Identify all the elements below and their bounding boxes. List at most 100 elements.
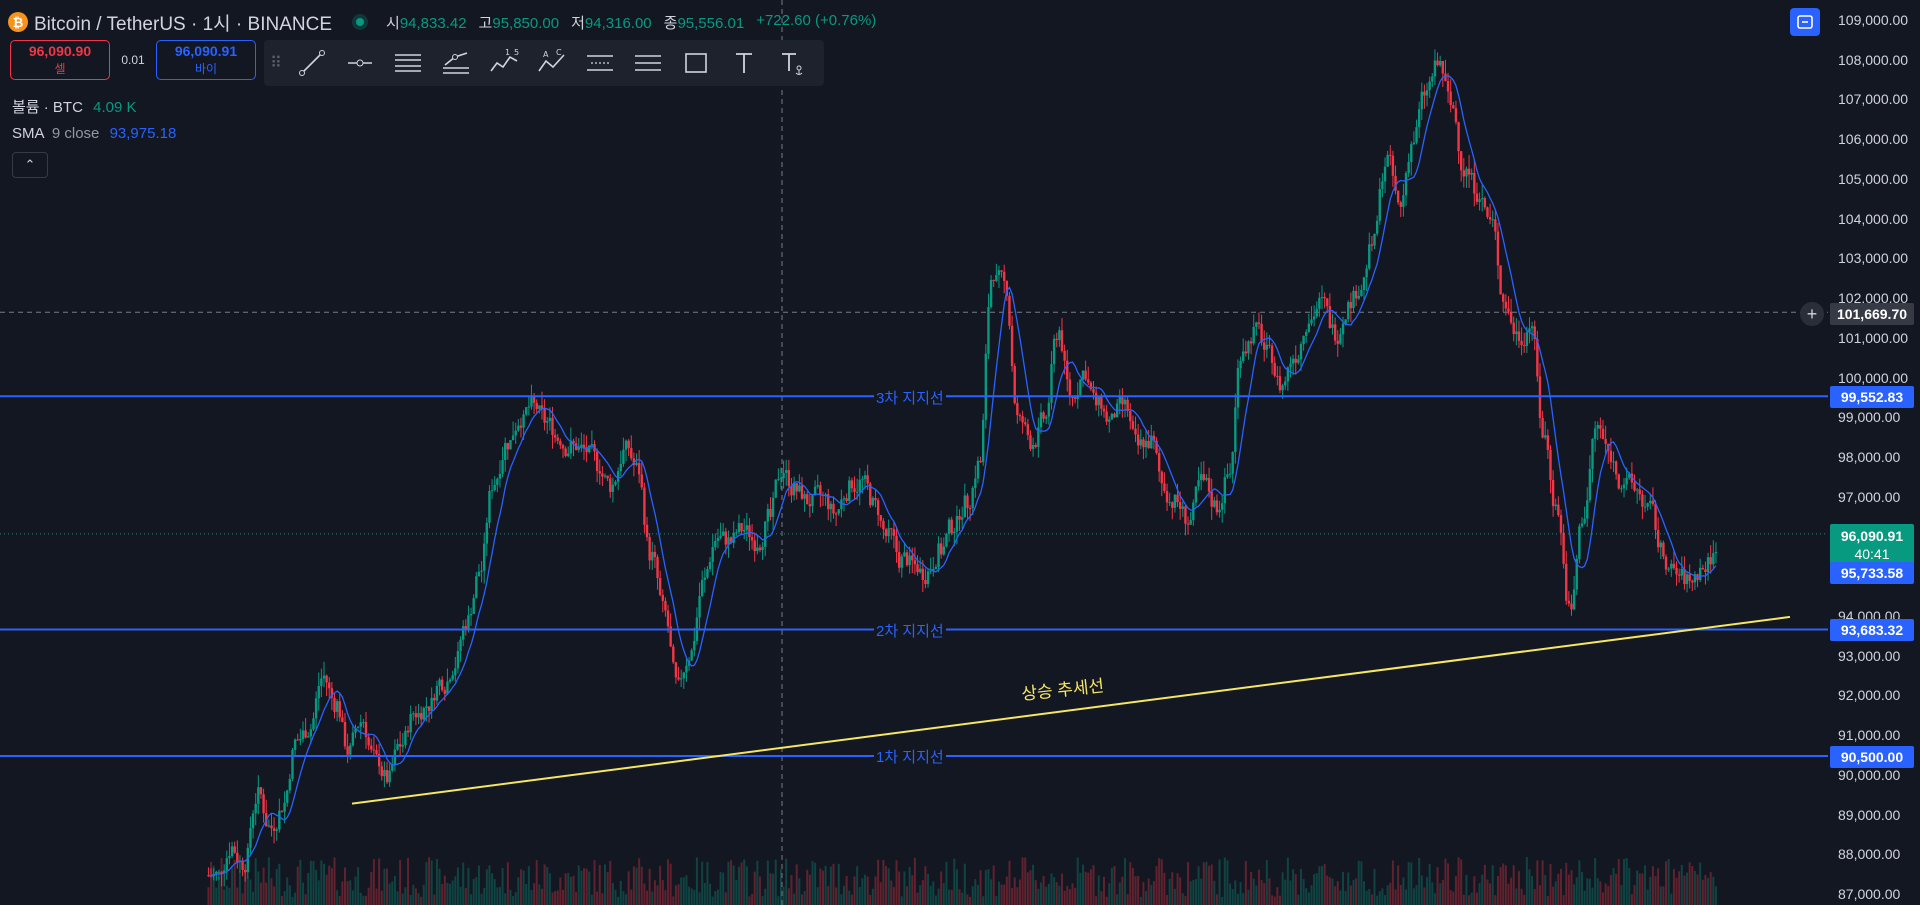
anchored-text-icon[interactable] <box>768 40 816 86</box>
candle-body <box>792 483 796 496</box>
drag-handle-icon[interactable]: ⠿ <box>264 53 288 73</box>
volume-bar <box>1709 872 1712 905</box>
volume-bar <box>341 881 344 905</box>
price-tick-label: 91,000.00 <box>1838 727 1901 744</box>
candle-body <box>761 546 764 551</box>
volume-bar <box>987 869 990 905</box>
candle-body <box>616 471 620 482</box>
candle-body <box>259 787 263 795</box>
candle-body <box>834 513 838 515</box>
candle-body <box>1326 298 1329 307</box>
layout-toggle-button[interactable] <box>1790 8 1820 36</box>
volume-bar <box>1678 871 1681 905</box>
volume-bar <box>1218 859 1221 905</box>
candle-body <box>338 701 341 718</box>
volume-bar <box>1131 867 1134 905</box>
volume-bar <box>858 887 861 905</box>
fib-icon[interactable] <box>432 40 480 86</box>
candle-body <box>1087 379 1090 383</box>
candle-body <box>1651 500 1655 505</box>
wave-15-icon[interactable]: 15 <box>480 40 528 86</box>
volume-bar <box>475 877 478 905</box>
candle-body <box>892 528 896 536</box>
price-chart[interactable] <box>0 0 1920 905</box>
volume-bar <box>1081 864 1084 905</box>
volume-bar <box>1205 861 1208 905</box>
volume-bar <box>278 863 281 905</box>
volume-bar <box>814 862 817 905</box>
candle-body <box>401 745 404 747</box>
volume-bar <box>903 871 906 905</box>
candle-body <box>1021 416 1024 423</box>
volume-bar <box>1336 881 1339 905</box>
candle-body <box>291 749 294 779</box>
candle-body <box>1691 580 1694 583</box>
volume-bar <box>672 896 675 905</box>
volume-bar <box>1108 883 1111 905</box>
candle-body <box>1136 434 1140 446</box>
buy-label: 바이 <box>194 62 218 76</box>
buy-button[interactable]: 96,090.91 바이 <box>156 40 256 80</box>
wave-abc-icon[interactable]: AC <box>528 40 576 86</box>
candle-body <box>630 448 633 459</box>
volume-bar <box>1313 874 1316 905</box>
candle-body <box>1491 219 1494 221</box>
candle-body <box>1596 425 1599 429</box>
rectangle-icon[interactable] <box>672 40 720 86</box>
volume-bar <box>1468 895 1471 905</box>
candle-body <box>1234 407 1237 453</box>
text-icon[interactable] <box>720 40 768 86</box>
candle-body <box>1554 504 1557 507</box>
volume-bar <box>1531 875 1534 905</box>
price-tick-label: 99,000.00 <box>1838 409 1901 426</box>
candle-body <box>456 651 460 669</box>
candle-body <box>1039 412 1043 428</box>
volume-bar <box>1670 893 1673 905</box>
candle-body <box>396 744 399 750</box>
candle-body <box>406 730 410 733</box>
volume-bar <box>567 872 570 905</box>
parallel-lines-icon[interactable] <box>384 40 432 86</box>
volume-bar <box>1712 876 1715 905</box>
volume-bar <box>244 871 247 905</box>
volume-bar <box>569 876 572 905</box>
volume-bar <box>1667 859 1670 905</box>
horizontal-ray-icon[interactable] <box>336 40 384 86</box>
candle-body <box>1423 91 1426 96</box>
add-alert-icon[interactable]: + <box>1800 302 1824 326</box>
volume-bar <box>866 876 869 905</box>
volume-bar <box>1060 873 1063 905</box>
candle-body <box>525 407 528 415</box>
candle-body <box>1559 515 1563 533</box>
candle-body <box>1675 567 1678 575</box>
symbol-title[interactable]: Bitcoin / TetherUS · 1시 · BINANCE <box>34 9 332 36</box>
ascending-trendline[interactable] <box>351 615 1791 805</box>
volume-bar <box>924 866 927 905</box>
volume-bar <box>727 861 730 905</box>
date-range-icon[interactable] <box>624 40 672 86</box>
candle-body <box>803 494 806 499</box>
volume-bar <box>1431 882 1434 905</box>
range-icon[interactable] <box>576 40 624 86</box>
candle-body <box>756 547 759 552</box>
volume-bar <box>228 887 231 905</box>
candle-body <box>1672 563 1676 568</box>
volume-bar <box>982 896 985 905</box>
candle-body <box>627 440 630 449</box>
volume-bar <box>1707 878 1710 905</box>
trend-line-icon[interactable] <box>288 40 336 86</box>
price-tick-label: 93,000.00 <box>1838 647 1901 664</box>
volume-bar <box>1525 857 1528 905</box>
collapse-legend-button[interactable]: ⌃ <box>12 152 48 178</box>
candle-body <box>590 444 594 446</box>
sell-button[interactable]: 96,090.90 셀 <box>10 40 110 80</box>
candle-body <box>1265 344 1269 350</box>
volume-bar <box>220 858 223 905</box>
volume-bar <box>1250 871 1253 905</box>
low-label: 저 <box>571 14 585 32</box>
volume-bar <box>1586 878 1589 905</box>
volume-bar <box>1029 870 1032 905</box>
volume-bar <box>969 896 972 905</box>
candle-body <box>1680 568 1683 576</box>
candle-body <box>769 508 772 517</box>
